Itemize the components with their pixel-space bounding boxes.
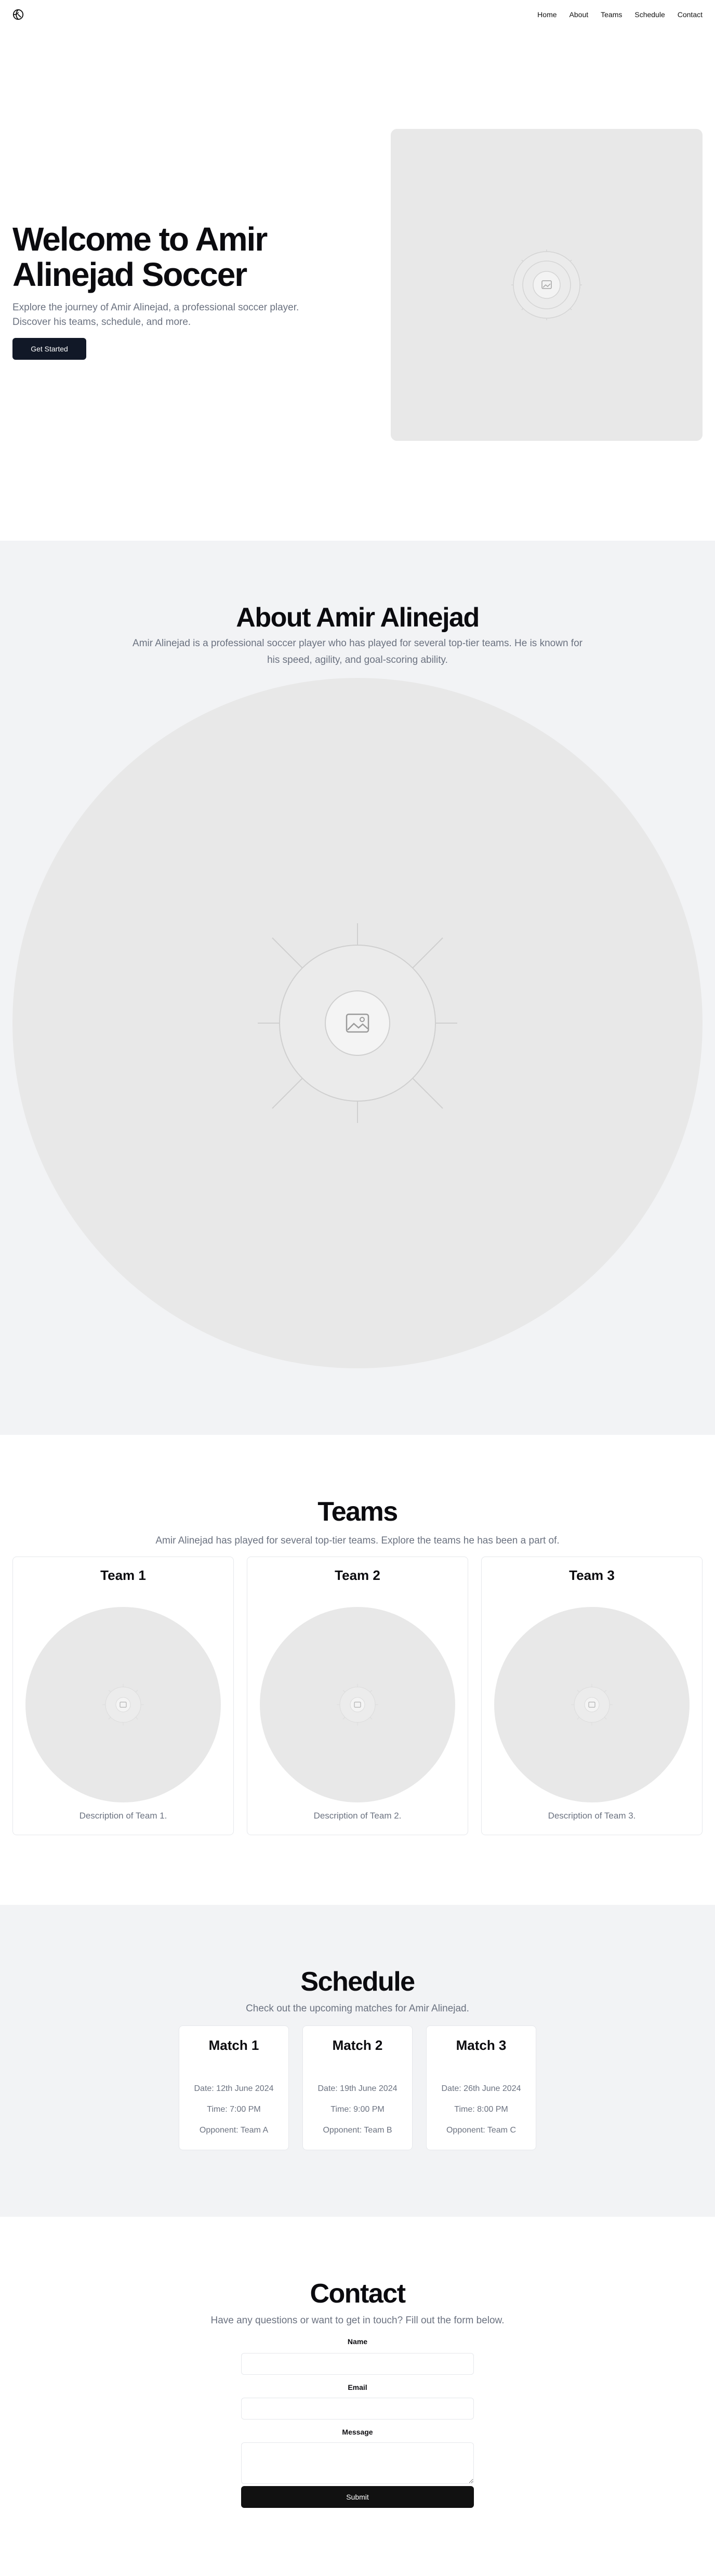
- name-label: Name: [347, 2337, 368, 2346]
- image-placeholder-icon: [258, 923, 457, 1123]
- match-name: Match 3: [456, 2037, 507, 2053]
- message-label: Message: [342, 2428, 373, 2436]
- match-time: Time: 7:00 PM: [207, 2105, 261, 2114]
- team-image: [260, 1607, 455, 1802]
- hero-text: Welcome to Amir Alinejad Soccer Explore …: [12, 221, 324, 360]
- match-name: Match 2: [332, 2037, 383, 2053]
- hero-section: Welcome to Amir Alinejad Soccer Explore …: [0, 29, 715, 541]
- site-header: Home About Teams Schedule Contact: [0, 0, 715, 29]
- match-time: Time: 9:00 PM: [330, 2105, 385, 2114]
- team-description: Description of Team 1.: [79, 1811, 167, 1821]
- name-field[interactable]: [241, 2353, 474, 2375]
- about-title: About Amir Alinejad: [236, 603, 480, 633]
- about-text: Amir Alinejad is a professional soccer p…: [133, 638, 582, 665]
- team-card[interactable]: Team 2 Description of Team 2.: [247, 1557, 468, 1835]
- match-opponent: Opponent: Team A: [199, 2126, 269, 2135]
- nav-contact[interactable]: Contact: [678, 10, 703, 19]
- team-name: Team 2: [335, 1567, 380, 1583]
- submit-button[interactable]: Submit: [241, 2486, 474, 2508]
- email-label: Email: [348, 2383, 367, 2391]
- image-placeholder-icon: [102, 1684, 144, 1725]
- match-time: Time: 8:00 PM: [454, 2105, 508, 2114]
- match-opponent: Opponent: Team B: [323, 2126, 392, 2135]
- nav-home[interactable]: Home: [537, 10, 557, 19]
- match-name: Match 1: [208, 2037, 259, 2053]
- nav-about[interactable]: About: [570, 10, 589, 19]
- hero-subtitle: Explore the journey of Amir Alinejad, a …: [12, 302, 299, 328]
- schedule-title: Schedule: [300, 1967, 415, 1997]
- soccer-ball-icon[interactable]: [12, 9, 24, 20]
- team-card[interactable]: Team 3 Description of Team 3.: [481, 1557, 703, 1835]
- team-image: [494, 1607, 690, 1802]
- match-date: Date: 19th June 2024: [317, 2084, 398, 2093]
- match-date: Date: 26th June 2024: [441, 2084, 521, 2093]
- main-nav: Home About Teams Schedule Contact: [537, 10, 703, 19]
- nav-teams[interactable]: Teams: [601, 10, 622, 19]
- teams-subtitle: Amir Alinejad has played for several top…: [155, 1535, 560, 1546]
- image-placeholder-icon: [571, 1684, 613, 1725]
- match-card[interactable]: Match 3 Date: 26th June 2024 Time: 8:00 …: [426, 2025, 536, 2150]
- about-section: About Amir Alinejad Amir Alinejad is a p…: [0, 541, 715, 1435]
- match-card[interactable]: Match 2 Date: 19th June 2024 Time: 9:00 …: [302, 2025, 413, 2150]
- team-description: Description of Team 2.: [313, 1811, 402, 1821]
- hero-image: [391, 129, 703, 441]
- about-image: [12, 678, 703, 1368]
- image-placeholder-icon: [511, 250, 582, 320]
- match-card[interactable]: Match 1 Date: 12th June 2024 Time: 7:00 …: [179, 2025, 289, 2150]
- match-opponent: Opponent: Team C: [446, 2126, 516, 2135]
- email-field[interactable]: [241, 2398, 474, 2420]
- team-name: Team 3: [569, 1567, 615, 1583]
- message-field[interactable]: [241, 2442, 474, 2484]
- image-placeholder-icon: [337, 1684, 378, 1725]
- team-description: Description of Team 3.: [548, 1811, 636, 1821]
- contact-title: Contact: [310, 2279, 406, 2309]
- get-started-button[interactable]: Get Started: [12, 338, 86, 360]
- teams-section: Teams Amir Alinejad has played for sever…: [0, 1435, 715, 1905]
- schedule-section: Schedule Check out the upcoming matches …: [0, 1905, 715, 2217]
- team-name: Team 1: [100, 1567, 146, 1583]
- teams-title: Teams: [317, 1497, 398, 1527]
- contact-section: Contact Have any questions or want to ge…: [0, 2217, 715, 2576]
- team-card[interactable]: Team 1 Description of Team 1.: [12, 1557, 234, 1835]
- team-image: [25, 1607, 221, 1802]
- schedule-subtitle: Check out the upcoming matches for Amir …: [246, 2003, 469, 2014]
- hero-title: Welcome to Amir Alinejad Soccer: [12, 220, 268, 293]
- contact-subtitle: Have any questions or want to get in tou…: [210, 2315, 505, 2326]
- match-date: Date: 12th June 2024: [194, 2084, 274, 2093]
- nav-schedule[interactable]: Schedule: [634, 10, 665, 19]
